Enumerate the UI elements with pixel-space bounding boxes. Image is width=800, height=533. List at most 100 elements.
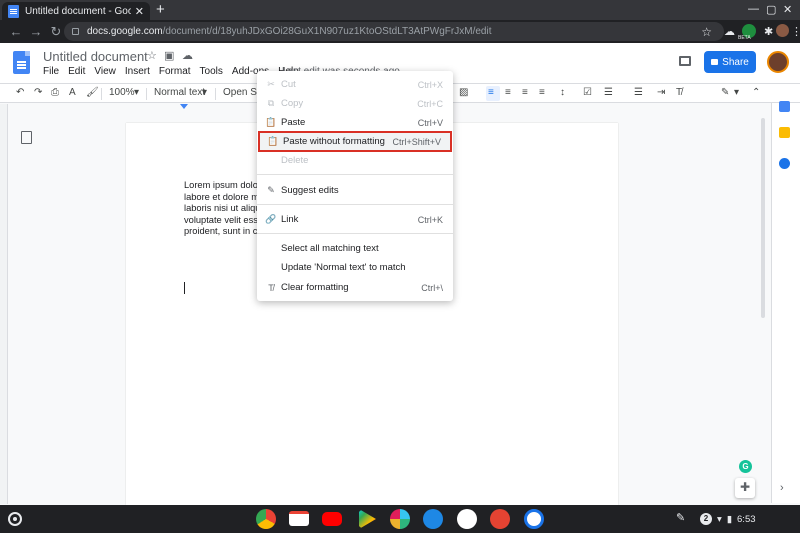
menu-item-cut[interactable]: ✂ Cut Ctrl+X — [257, 75, 453, 94]
menu-edit[interactable]: Edit — [68, 66, 85, 77]
close-tab-icon[interactable]: ✕ — [135, 5, 144, 18]
docs-favicon-icon — [8, 4, 19, 18]
extensions-puzzle-icon[interactable]: ✱ — [764, 25, 773, 38]
address-bar[interactable]: docs.google.com/document/d/18yuhJDxGOi28… — [64, 22, 724, 41]
scrollbar-thumb[interactable] — [761, 118, 765, 318]
clear-formatting-menu-icon: T̸ — [268, 282, 274, 293]
cloud-status-icon: ☁ — [182, 50, 193, 62]
insert-image-icon[interactable]: ▨ — [459, 87, 468, 98]
browser-profile-icon[interactable] — [776, 24, 789, 37]
justify-icon[interactable]: ≡ — [539, 87, 545, 98]
spellcheck-icon[interactable]: A — [69, 87, 76, 98]
youtube-app-icon[interactable] — [322, 512, 342, 526]
share-label: Share — [722, 56, 749, 68]
simplenote-app-icon[interactable] — [524, 509, 544, 529]
tab-strip: Untitled document - Google Docs ✕ + — ▢ … — [0, 0, 800, 20]
back-icon[interactable]: ← — [6, 24, 26, 39]
vertical-ruler — [0, 104, 8, 504]
minimize-icon[interactable]: — — [748, 3, 759, 15]
menu-insert[interactable]: Insert — [125, 66, 150, 77]
notification-count: 2 — [700, 513, 712, 525]
clear-formatting-icon[interactable]: T̸ — [676, 87, 682, 98]
move-folder-icon[interactable]: ▣ — [164, 49, 174, 62]
vertical-scrollbar[interactable] — [759, 104, 767, 344]
paste-icon: 📋 — [265, 117, 277, 127]
bubbles-app-icon[interactable] — [423, 509, 443, 529]
browser-tab[interactable]: Untitled document - Google Docs ✕ — [2, 2, 150, 20]
document-outline-icon[interactable] — [21, 131, 32, 144]
share-button[interactable]: Share — [704, 51, 756, 73]
docs-logo-icon[interactable] — [13, 51, 30, 74]
collapse-menus-icon[interactable]: ⌃ — [752, 87, 760, 98]
tasks-icon[interactable] — [779, 158, 790, 169]
menu-item-paste-without-formatting[interactable]: 📋 Paste without formatting Ctrl+Shift+V — [258, 131, 452, 152]
browser-menu-icon[interactable]: ⋮ — [791, 25, 800, 38]
copy-icon: ⧉ — [267, 98, 275, 108]
bulleted-list-icon[interactable]: ☰ — [604, 87, 613, 98]
maximize-icon[interactable]: ▢ — [766, 3, 776, 16]
menu-item-delete[interactable]: Delete — [257, 151, 453, 170]
menu-item-copy[interactable]: ⧉ Copy Ctrl+C — [257, 94, 453, 113]
menu-item-update-normal-text[interactable]: Update 'Normal text' to match — [257, 258, 453, 277]
numbered-list-icon[interactable]: ☰ — [634, 87, 643, 98]
paste-plain-icon: 📋 — [267, 136, 279, 146]
new-tab-icon[interactable]: + — [156, 2, 165, 18]
calendar-icon[interactable] — [779, 101, 790, 112]
gmail-app-icon[interactable] — [289, 511, 309, 526]
indent-icon[interactable]: ⇥ — [657, 87, 665, 98]
editing-mode-dropdown-icon[interactable]: ▾ — [734, 87, 739, 98]
align-left-icon[interactable]: ≡ — [488, 87, 494, 98]
todoist-app-icon[interactable] — [490, 509, 510, 529]
menu-item-clear-formatting[interactable]: T̸ Clear formatting Ctrl+\ — [257, 278, 453, 297]
context-menu: ✂ Cut Ctrl+X ⧉ Copy Ctrl+C 📋 Paste Ctrl+… — [257, 71, 453, 301]
close-window-icon[interactable]: ✕ — [783, 3, 792, 16]
bookmark-star-icon[interactable]: ☆ — [701, 25, 712, 39]
paint-format-icon[interactable]: 🖌 — [86, 87, 99, 98]
url-text: docs.google.com/document/d/18yuhJDxGOi28… — [87, 26, 492, 37]
redo-icon[interactable]: ↷ — [34, 87, 42, 98]
document-title[interactable]: Untitled document — [43, 49, 148, 64]
show-side-panel-icon[interactable]: › — [780, 482, 784, 494]
style-dropdown-icon[interactable]: ▾ — [202, 87, 207, 98]
keep-icon[interactable] — [779, 127, 790, 138]
suggest-edits-icon: ✎ — [267, 185, 275, 195]
ia-writer-app-icon[interactable] — [457, 509, 477, 529]
star-icon[interactable]: ☆ — [147, 49, 157, 62]
navigation-bar: ← → ↻ docs.google.com/document/d/18yuhJD… — [0, 20, 800, 43]
left-indent-marker[interactable] — [180, 104, 188, 109]
share-lock-icon — [711, 59, 719, 65]
launcher-icon[interactable] — [8, 512, 22, 526]
zoom-select[interactable]: 100% — [109, 87, 135, 98]
tab-title: Untitled document - Google Docs — [25, 5, 131, 17]
grammarly-icon[interactable]: G — [739, 460, 752, 473]
zoom-dropdown-icon[interactable]: ▾ — [134, 87, 139, 98]
menu-view[interactable]: View — [94, 66, 116, 77]
avatar[interactable] — [767, 51, 789, 73]
align-center-icon[interactable]: ≡ — [505, 87, 511, 98]
menu-tools[interactable]: Tools — [200, 66, 223, 77]
reload-icon[interactable]: ↻ — [46, 24, 66, 40]
menu-item-paste[interactable]: 📋 Paste Ctrl+V — [257, 113, 453, 132]
wifi-icon: ▾ — [717, 513, 722, 525]
print-icon[interactable]: ⎙ — [51, 87, 59, 98]
menu-item-suggest-edits[interactable]: ✎ Suggest edits — [257, 181, 453, 200]
comment-history-icon[interactable] — [679, 56, 691, 66]
chrome-app-icon[interactable] — [256, 509, 276, 529]
slack-app-icon[interactable] — [390, 509, 410, 529]
cloud-extension-icon[interactable]: ☁ — [724, 25, 735, 38]
lock-icon — [72, 28, 79, 35]
status-tray[interactable]: 2 ▾ ▮ 6:53 — [700, 510, 756, 528]
undo-icon[interactable]: ↶ — [16, 87, 24, 98]
menu-file[interactable]: File — [43, 66, 59, 77]
forward-icon[interactable]: → — [26, 24, 46, 39]
editing-mode-icon[interactable]: ✎ — [721, 87, 729, 98]
explore-button[interactable]: ✚ — [735, 478, 755, 498]
menu-item-select-all-matching[interactable]: Select all matching text — [257, 239, 453, 258]
menu-format[interactable]: Format — [159, 66, 191, 77]
stylus-icon[interactable]: ✎ — [676, 511, 685, 524]
menu-item-link[interactable]: 🔗 Link Ctrl+K — [257, 210, 453, 229]
align-right-icon[interactable]: ≡ — [522, 87, 528, 98]
line-spacing-icon[interactable]: ↕ — [560, 87, 565, 98]
style-select[interactable]: Normal text — [154, 87, 205, 98]
checklist-icon[interactable]: ☑ — [583, 87, 592, 98]
